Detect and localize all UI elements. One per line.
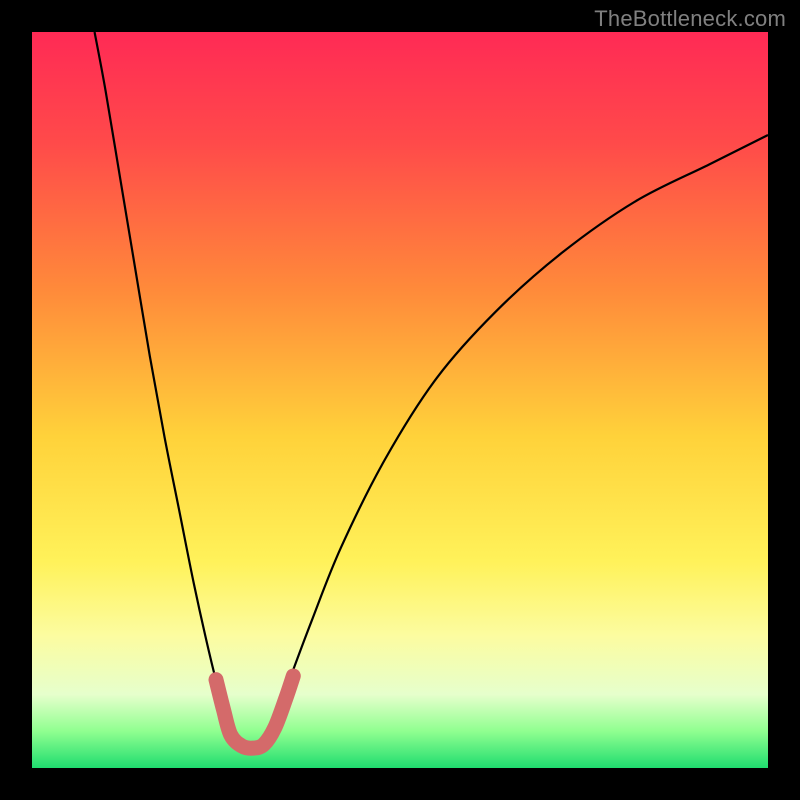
- gradient-background: [32, 32, 768, 768]
- watermark-text: TheBottleneck.com: [594, 6, 786, 32]
- chart-stage: TheBottleneck.com: [0, 0, 800, 800]
- bottleneck-chart: [0, 0, 800, 800]
